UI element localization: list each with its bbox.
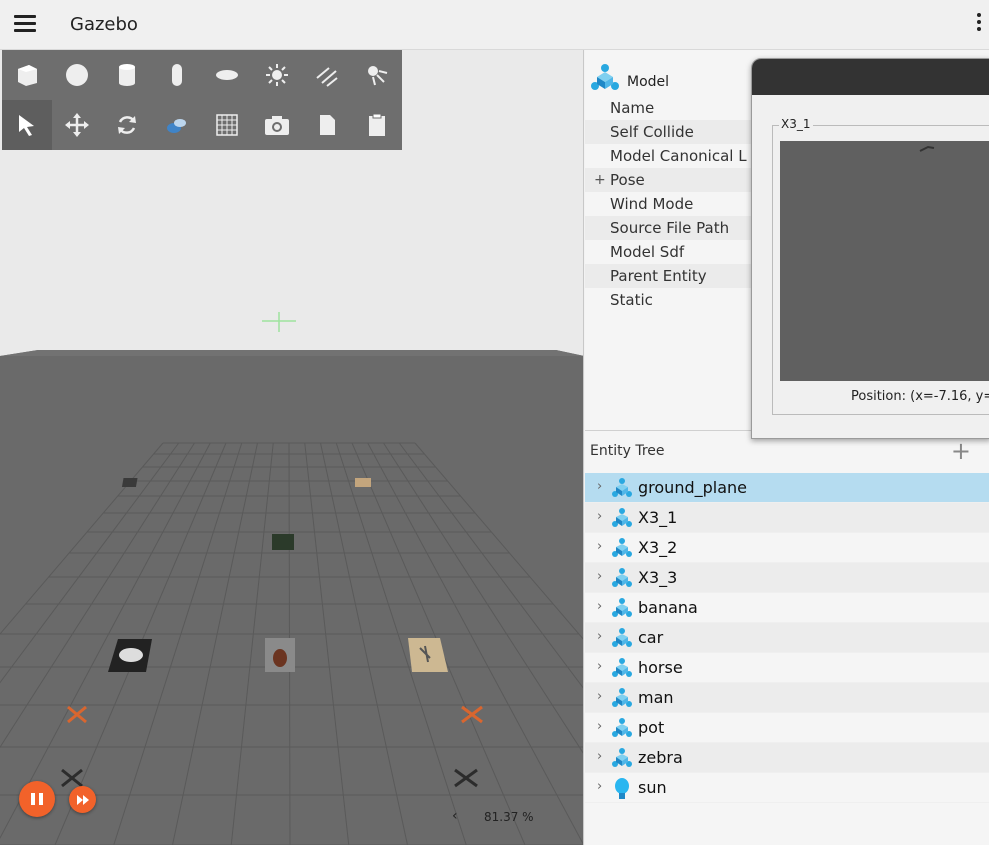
entity-tree-item-label: car bbox=[638, 628, 664, 647]
scene-render bbox=[0, 50, 583, 845]
entity-tree-item[interactable]: › sun bbox=[585, 773, 989, 803]
expand-chevron-icon[interactable]: › bbox=[597, 779, 602, 794]
entity-tree-item-label: zebra bbox=[638, 748, 683, 767]
kebab-menu-icon[interactable] bbox=[975, 13, 983, 35]
model-icon bbox=[611, 687, 633, 709]
entity-tree-item-label: man bbox=[638, 688, 674, 707]
stats-collapse-arrow-icon[interactable]: ‹ bbox=[452, 808, 458, 824]
entity-tree-item[interactable]: › banana bbox=[585, 593, 989, 623]
entity-tree-item-label: horse bbox=[638, 658, 683, 677]
entity-tree-item-label: sun bbox=[638, 778, 667, 797]
capsule-icon[interactable] bbox=[152, 50, 202, 100]
entity-tree-item-label: banana bbox=[638, 598, 698, 617]
model-icon bbox=[611, 627, 633, 649]
sphere-icon[interactable] bbox=[52, 50, 102, 100]
dialog-title-bar[interactable] bbox=[752, 59, 989, 95]
scale-icon[interactable] bbox=[152, 100, 202, 150]
model-icon bbox=[591, 64, 619, 90]
directional-light-icon[interactable] bbox=[302, 50, 352, 100]
camera-image bbox=[780, 141, 989, 381]
model-icon bbox=[611, 657, 633, 679]
component-title: Model bbox=[627, 74, 670, 90]
step-button[interactable] bbox=[69, 786, 96, 813]
camera-group-label: X3_1 bbox=[779, 117, 813, 131]
shapes-row bbox=[2, 50, 402, 100]
box-icon[interactable] bbox=[2, 50, 52, 100]
expand-chevron-icon[interactable]: › bbox=[597, 539, 602, 554]
select-icon[interactable] bbox=[2, 100, 52, 150]
model-icon bbox=[611, 717, 633, 739]
paste-icon[interactable] bbox=[352, 100, 402, 150]
entity-tree-item[interactable]: › X3_1 bbox=[585, 503, 989, 533]
scene-3d-view[interactable] bbox=[0, 50, 584, 845]
model-icon bbox=[611, 567, 633, 589]
expand-chevron-icon[interactable]: › bbox=[597, 569, 602, 584]
model-icon bbox=[611, 537, 633, 559]
model-icon bbox=[611, 747, 633, 769]
pause-button[interactable] bbox=[19, 781, 55, 817]
entity-tree: › ground_plane › X3_1 › X3_2 › X3_3 › banana › car ›… bbox=[585, 473, 989, 803]
fast-forward-icon bbox=[76, 794, 89, 805]
app-title: Gazebo bbox=[70, 14, 138, 35]
entity-tree-item[interactable]: › pot bbox=[585, 713, 989, 743]
spot-light-icon[interactable] bbox=[352, 50, 402, 100]
expand-chevron-icon[interactable]: › bbox=[597, 599, 602, 614]
ellipsoid-icon[interactable] bbox=[202, 50, 252, 100]
cylinder-icon[interactable] bbox=[102, 50, 152, 100]
hamburger-menu-icon[interactable] bbox=[14, 15, 36, 33]
expand-plus-icon[interactable]: + bbox=[594, 168, 606, 192]
model-icon bbox=[611, 507, 633, 529]
expand-chevron-icon[interactable]: › bbox=[597, 659, 602, 674]
top-bar: Gazebo bbox=[0, 0, 989, 50]
model-icon bbox=[611, 597, 633, 619]
screenshot-icon[interactable] bbox=[252, 100, 302, 150]
entity-tree-item[interactable]: › car bbox=[585, 623, 989, 653]
transform-row bbox=[2, 100, 402, 150]
entity-tree-item-label: X3_1 bbox=[638, 508, 678, 527]
expand-chevron-icon[interactable]: › bbox=[597, 629, 602, 644]
model-icon bbox=[611, 477, 633, 499]
entity-tree-item-label: X3_2 bbox=[638, 538, 678, 557]
entity-tree-item[interactable]: › man bbox=[585, 683, 989, 713]
light-bulb-icon bbox=[611, 777, 633, 799]
expand-chevron-icon[interactable]: › bbox=[597, 509, 602, 524]
entity-tree-item[interactable]: › X3_3 bbox=[585, 563, 989, 593]
translate-icon[interactable] bbox=[52, 100, 102, 150]
expand-chevron-icon[interactable]: › bbox=[597, 689, 602, 704]
shapes-toolbar bbox=[2, 50, 402, 150]
pause-icon bbox=[31, 793, 43, 805]
expand-chevron-icon[interactable]: › bbox=[597, 719, 602, 734]
camera-image-dialog[interactable]: X3_1 Position: (x=-7.16, y= bbox=[751, 58, 989, 439]
entity-tree-item[interactable]: › zebra bbox=[585, 743, 989, 773]
entity-tree-item-label: ground_plane bbox=[638, 478, 747, 497]
add-entity-icon[interactable]: + bbox=[951, 437, 971, 465]
expand-chevron-icon[interactable]: › bbox=[597, 479, 602, 494]
entity-tree-item-label: X3_3 bbox=[638, 568, 678, 587]
entity-tree-item[interactable]: › X3_2 bbox=[585, 533, 989, 563]
rotate-icon[interactable] bbox=[102, 100, 152, 150]
entity-tree-item-label: pot bbox=[638, 718, 665, 737]
copy-icon[interactable] bbox=[302, 100, 352, 150]
entity-tree-item[interactable]: › ground_plane bbox=[585, 473, 989, 503]
expand-chevron-icon[interactable]: › bbox=[597, 749, 602, 764]
grid-icon[interactable] bbox=[202, 100, 252, 150]
camera-position-readout: Position: (x=-7.16, y= bbox=[851, 389, 989, 404]
entity-tree-title: Entity Tree bbox=[590, 443, 665, 459]
sun-icon[interactable] bbox=[252, 50, 302, 100]
entity-tree-item[interactable]: › horse bbox=[585, 653, 989, 683]
real-time-factor: 81.37 % bbox=[484, 810, 534, 824]
